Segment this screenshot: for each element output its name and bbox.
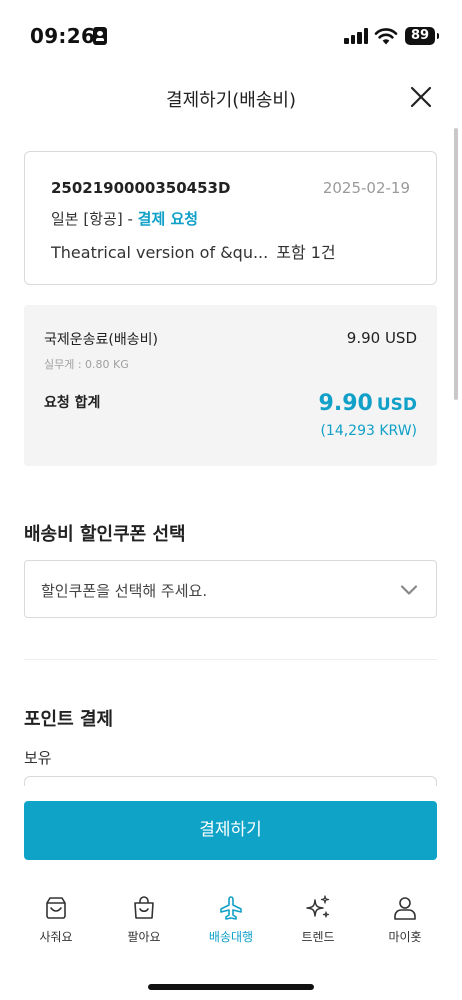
divider xyxy=(24,659,437,660)
total-amount-usd: 9.90 USD xyxy=(319,391,417,416)
order-route: 일본 [항공] - 결제 요청 xyxy=(51,208,198,229)
order-number: 2502190000350453D xyxy=(51,179,231,197)
person-icon xyxy=(394,897,416,920)
total-amount-krw: (14,293 KRW) xyxy=(320,423,417,439)
total-amount: 9.90 xyxy=(318,391,373,416)
order-item: Theatrical version of &qu... 포함 1건 xyxy=(51,239,336,263)
wifi-icon xyxy=(374,28,398,45)
coupon-select[interactable]: 할인쿠폰을 선택해 주세요. xyxy=(24,560,437,618)
tab-label: 사줘요 xyxy=(39,930,73,944)
fee-summary: 국제운송료(배송비) 9.90 USD 실무게 : 0.80 KG 요청 합계 … xyxy=(24,305,437,466)
tab-label: 배송대행 xyxy=(208,930,254,944)
battery-icon: 89 xyxy=(405,27,439,45)
tab-label: 마이홋 xyxy=(388,930,422,944)
home-indicator[interactable] xyxy=(148,984,314,990)
chevron-down-icon xyxy=(400,585,418,595)
shipping-fee-value: 9.90 USD xyxy=(346,329,417,347)
sparkle-icon xyxy=(306,895,330,918)
actual-weight: 실무게 : 0.80 KG xyxy=(44,358,129,371)
tab-label: 트렌드 xyxy=(301,930,335,944)
shipping-fee-label: 국제운송료(배송비) xyxy=(44,332,158,348)
status-time: 09:26 xyxy=(30,24,96,48)
status-bar: 09:26 89 xyxy=(0,0,462,70)
shopping-bag-icon xyxy=(134,896,154,919)
points-held-label: 보유 xyxy=(24,749,52,767)
item-count: 포함 1건 xyxy=(276,243,336,262)
shipping-route: 일본 [항공] xyxy=(51,210,123,228)
order-date: 2025-02-19 xyxy=(322,179,410,197)
tab-trend[interactable]: 트렌드 xyxy=(278,894,358,945)
scroll-indicator[interactable] xyxy=(454,128,458,400)
status-badge: 결제 요청 xyxy=(137,210,199,228)
close-icon[interactable] xyxy=(408,84,434,110)
total-currency: USD xyxy=(376,395,417,415)
box-icon xyxy=(46,897,66,919)
route-separator: - xyxy=(127,210,133,228)
page-title: 결제하기(배송비) xyxy=(166,90,296,111)
header: 결제하기(배송비) xyxy=(0,70,462,124)
tab-sell[interactable]: 팔아요 xyxy=(104,894,184,945)
coupon-section-title: 배송비 할인쿠폰 선택 xyxy=(24,524,186,545)
cellular-signal-icon xyxy=(344,28,370,44)
total-label: 요청 합계 xyxy=(44,395,101,411)
tab-bar: 사줘요 팔아요 배송대행 트렌드 마이홋 xyxy=(0,876,462,1000)
tab-buy-for-me[interactable]: 사줘요 xyxy=(16,894,96,945)
contact-card-icon xyxy=(93,27,107,45)
order-card: 2502190000350453D 2025-02-19 일본 [항공] - 결… xyxy=(24,151,437,285)
pay-area: 결제하기 xyxy=(0,786,462,876)
tab-label: 팔아요 xyxy=(127,930,161,944)
point-section-title: 포인트 결제 xyxy=(24,709,114,730)
airplane-icon xyxy=(220,896,242,920)
tab-my-page[interactable]: 마이홋 xyxy=(365,894,445,945)
pay-button[interactable]: 결제하기 xyxy=(24,801,437,860)
coupon-placeholder: 할인쿠폰을 선택해 주세요. xyxy=(41,582,208,600)
item-title: Theatrical version of &qu... xyxy=(51,243,269,262)
tab-shipping-agent[interactable]: 배송대행 xyxy=(191,894,271,945)
